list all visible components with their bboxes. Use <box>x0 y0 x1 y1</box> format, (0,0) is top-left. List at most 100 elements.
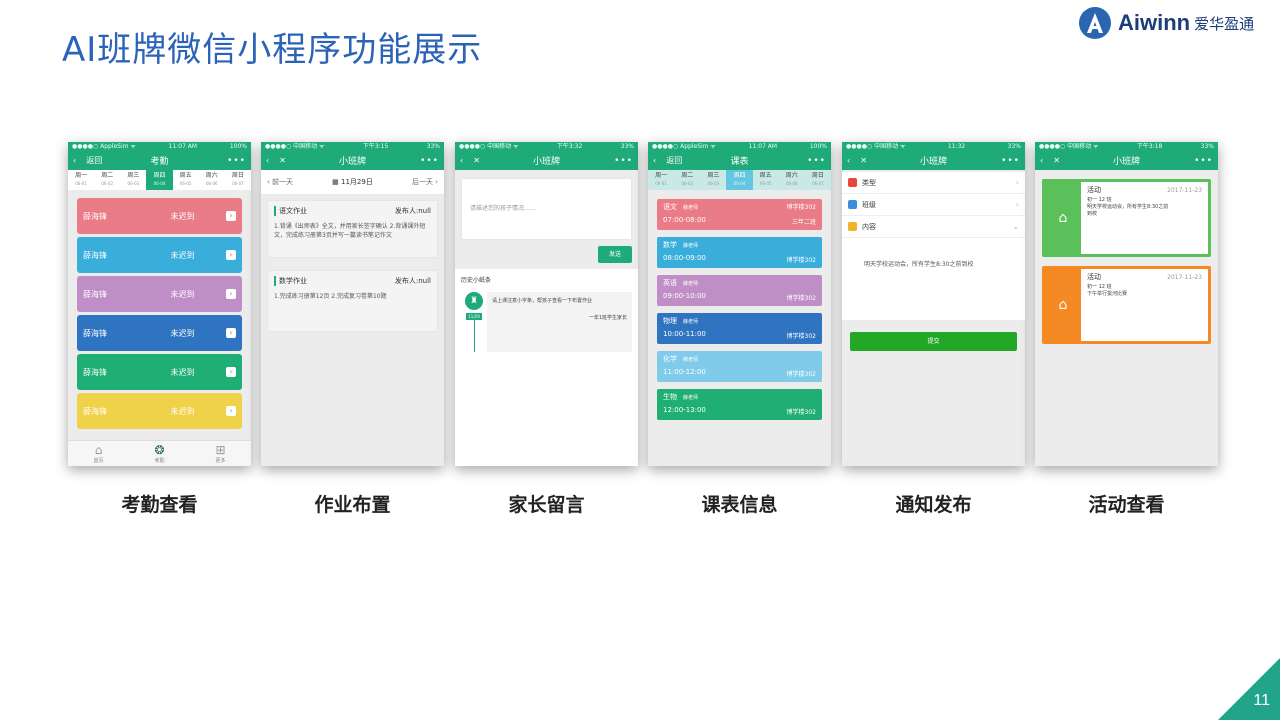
course-card[interactable]: 数学 薛老师 08:00-09:00 博学楼302 <box>657 237 822 268</box>
nav-bar: ‹ 返回 考勤 ••• <box>68 151 251 170</box>
tab-day[interactable]: 周一 06-01 <box>68 170 94 190</box>
close-icon[interactable]: ✕ <box>1053 156 1060 165</box>
list-item[interactable]: 薛海锋 未迟到 › <box>77 198 242 234</box>
notice-screen: ●●●●○ 中国移动 ᯤ 11:32 33% ‹ ✕ 小班牌 ••• 类型 › 班级… <box>842 142 1025 466</box>
nav-title: 考勤 <box>150 157 169 167</box>
list-item[interactable]: 薛海锋 未迟到 › <box>77 276 242 312</box>
course-card[interactable]: 物理 薛老师 10:00-11:00 博学楼302 <box>657 313 822 344</box>
more-button[interactable]: ••• <box>786 156 826 166</box>
week-selector: 周一 06-01 周二 06-02 周三 06-03 周四 06-04 周五 06-05 … <box>648 170 831 190</box>
back-button[interactable]: ‹ 返回 <box>73 155 113 166</box>
building-icon: ⌂ <box>1058 210 1068 226</box>
brand-name-cn: 爱华盈通 <box>1194 14 1255 33</box>
arrow-icon: › <box>226 211 236 221</box>
homework-card[interactable]: 数学作业 发布人:null 1.完成练习册第12页 2.完成复习卷第10题 <box>267 270 438 332</box>
list-item[interactable]: 薛海锋 未迟到 › <box>77 237 242 273</box>
nav-bar: ‹ ✕ 小班牌 ••• <box>1035 151 1218 170</box>
page-number: 11 <box>1253 692 1270 709</box>
nav-bar: ‹ ✕ 小班牌 ••• <box>842 151 1025 170</box>
status-bar: ●●●●○ 中国移动 ᯤ 11:32 33% <box>842 142 1025 151</box>
back-button[interactable]: ‹ 返回 <box>653 155 693 166</box>
attendance-list: 薛海锋 未迟到 › 薛海锋 未迟到 › 薛海锋 未迟到 › 薛海锋 未迟到 › 薛海锋 未迟到 › … <box>68 190 251 429</box>
more-button[interactable]: ••• <box>980 156 1020 166</box>
brand-logo: Aiwinn 爱华盈通 <box>1078 6 1254 40</box>
type-selector[interactable]: 类型 › <box>842 172 1025 194</box>
tab-more[interactable]: ⊞ 更多 <box>190 441 251 466</box>
back-icon[interactable]: ‹ <box>1040 156 1043 165</box>
caption-schedule: 课表信息 <box>701 494 778 516</box>
page-title: AI班牌微信小程序功能展示 <box>62 30 483 70</box>
arrow-icon: › <box>226 250 236 260</box>
tab-day[interactable]: 周四 06-04 <box>726 170 753 190</box>
close-icon[interactable]: ✕ <box>279 156 286 165</box>
tab-day[interactable]: 周日 06-07 <box>225 170 251 190</box>
tab-day[interactable]: 周一 06-01 <box>648 170 674 190</box>
send-button[interactable]: 发送 <box>598 246 632 263</box>
nav-bar: ‹ ✕ 小班牌 ••• <box>261 151 444 170</box>
tab-day[interactable]: 周五 06-05 <box>753 170 779 190</box>
prev-day-button[interactable]: ‹ 前一天 <box>267 177 293 187</box>
back-icon[interactable]: ‹ <box>847 156 850 165</box>
tab-day[interactable]: 周二 06-02 <box>94 170 120 190</box>
arrow-icon: › <box>226 367 236 377</box>
more-button[interactable]: ••• <box>206 156 246 166</box>
history-item[interactable]: ♜ 11/29 请上课注意小字条，帮孩子查看一下布置作业 一年1班学生家长 <box>461 292 632 352</box>
schedule-screen: ●●●●○ AppleSim ᯤ 11:07 AM 100% ‹ 返回 课表 ••… <box>648 142 831 466</box>
tab-day[interactable]: 周四 06-04 <box>146 170 173 190</box>
tab-day[interactable]: 周六 06-06 <box>779 170 805 190</box>
slide: AI班牌微信小程序功能展示 Aiwinn 爱华盈通 ●●●●○ AppleSim… <box>0 0 1280 720</box>
nav-bar: ‹ 返回 课表 ••• <box>648 151 831 170</box>
current-date: ▦ 11月29日 <box>332 178 373 186</box>
next-day-button[interactable]: 后一天 › <box>412 177 438 187</box>
home-icon: ⌂ <box>94 443 103 457</box>
caption-message: 家长留言 <box>508 494 585 516</box>
activity-card[interactable]: ⌂ 活动 2017-11-23 初一 12 班 下午举行拔河比赛 <box>1042 266 1211 344</box>
list-item[interactable]: 薛海锋 未迟到 › <box>77 315 242 351</box>
class-selector[interactable]: 班级 › <box>842 194 1025 216</box>
grid-icon: ⊞ <box>215 443 226 457</box>
tab-attendance[interactable]: ❂ 考勤 <box>129 441 190 466</box>
brand-name-en: Aiwinn <box>1118 10 1191 35</box>
tab-day[interactable]: 周三 06-03 <box>700 170 726 190</box>
caption-activity: 活动查看 <box>1088 494 1165 516</box>
back-icon[interactable]: ‹ <box>266 156 269 165</box>
activity-card[interactable]: ⌂ 活动 2017-11-23 初一 12 班 明天学校运动会，所有学生8:30之… <box>1042 179 1211 257</box>
chevron-right-icon: › <box>1015 200 1019 209</box>
list-item[interactable]: 薛海锋 未迟到 › <box>77 354 242 390</box>
tab-day[interactable]: 周六 06-06 <box>199 170 225 190</box>
submit-button[interactable]: 提交 <box>850 332 1017 351</box>
nav-title: 小班牌 <box>1112 157 1140 167</box>
page-corner <box>1218 658 1280 720</box>
caption-homework: 作业布置 <box>314 494 391 516</box>
tab-day[interactable]: 周五 06-05 <box>173 170 199 190</box>
activity-screen: ●●●●○ 中国移动 ᯤ 下午3:18 33% ‹ ✕ 小班牌 ••• ⌂ 活动 2… <box>1035 142 1218 466</box>
date-tag: 11/29 <box>466 313 482 320</box>
more-button[interactable]: ••• <box>1173 156 1213 166</box>
building-icon: ⌂ <box>1058 297 1068 313</box>
date-switcher: ‹ 前一天 ▦ 11月29日 后一天 › <box>261 170 444 194</box>
course-card[interactable]: 生物 薛老师 12:00-13:00 博学楼302 <box>657 389 822 420</box>
more-button[interactable]: ••• <box>593 156 633 166</box>
course-card[interactable]: 英语 薛老师 09:00-10:00 博学楼302 <box>657 275 822 306</box>
tab-day[interactable]: 周三 06-03 <box>120 170 146 190</box>
back-icon[interactable]: ‹ <box>460 156 463 165</box>
arrow-icon: › <box>226 328 236 338</box>
content-selector[interactable]: 内容 ⌄ <box>842 216 1025 238</box>
tab-day[interactable]: 周二 06-02 <box>674 170 700 190</box>
tab-day[interactable]: 周日 06-07 <box>805 170 831 190</box>
homework-card[interactable]: 语文作业 发布人:null 1.背诵《出师表》全文，并用家长签字确认 2.背诵课外… <box>267 200 438 258</box>
list-item[interactable]: 薛海锋 未迟到 › <box>77 393 242 429</box>
course-card[interactable]: 语文 薛老师 博学楼302 07:00-08:00 三年二班 <box>657 199 822 230</box>
close-icon[interactable]: ✕ <box>860 156 867 165</box>
arrow-icon: › <box>226 406 236 416</box>
nav-title: 小班牌 <box>338 157 366 167</box>
close-icon[interactable]: ✕ <box>473 156 480 165</box>
course-card[interactable]: 化学 薛老师 11:00-12:00 博学楼302 <box>657 351 822 382</box>
message-input[interactable]: 请描述您的孩子情况…… <box>461 178 632 240</box>
notice-content-field[interactable]: 明天学校运动会，所有学生8:30之前到校 <box>842 238 1025 320</box>
rocket-icon: ♜ <box>465 292 483 310</box>
tab-home[interactable]: ⌂ 首页 <box>68 441 129 466</box>
more-button[interactable]: ••• <box>399 156 439 166</box>
course-list: 语文 薛老师 博学楼302 07:00-08:00 三年二班 数学 薛老师 08:00-09… <box>648 190 831 420</box>
type-icon <box>848 178 857 187</box>
